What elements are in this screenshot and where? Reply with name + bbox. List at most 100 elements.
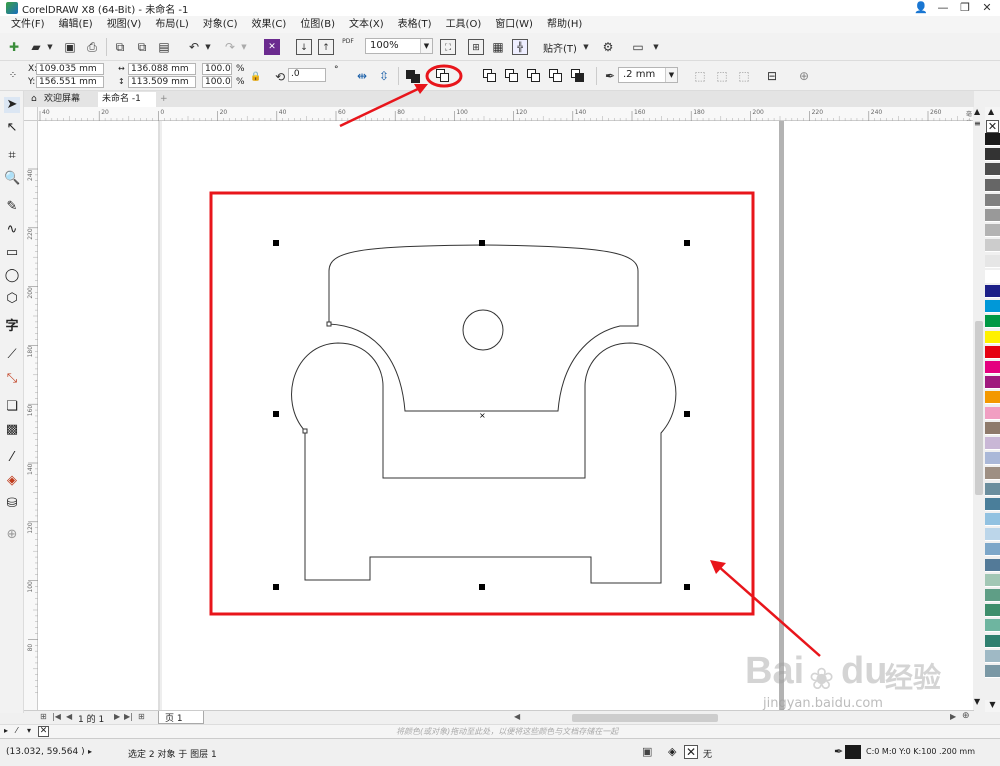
eyedropper-small-icon[interactable]: ⁄	[16, 726, 17, 735]
search-content-icon[interactable]: ✕	[264, 39, 280, 55]
palette-swatch[interactable]	[985, 421, 1000, 435]
fill-none-swatch[interactable]: ✕	[684, 745, 698, 759]
palette-swatch[interactable]	[985, 209, 1000, 222]
transparency-tool-icon[interactable]: ▩	[4, 422, 20, 438]
palette-swatch[interactable]	[985, 269, 1000, 283]
create-boundary-icon[interactable]: ⬚	[714, 68, 730, 84]
node-handle[interactable]	[302, 428, 308, 434]
scale-x-field[interactable]: 100.0	[202, 63, 232, 75]
palette-swatch[interactable]	[985, 361, 1000, 374]
palette-swatch[interactable]	[985, 452, 1000, 466]
scroll-thumb[interactable]	[975, 321, 983, 495]
vertical-ruler[interactable]: 240 220 200 180 160 140 120 100 80	[24, 121, 38, 711]
align-distribute-icon[interactable]: ⊟	[764, 68, 780, 84]
palette-swatch[interactable]	[985, 513, 1000, 526]
weld-icon[interactable]	[435, 68, 451, 84]
palette-swatch[interactable]	[985, 589, 1000, 602]
palette-swatch[interactable]	[985, 178, 1000, 192]
palette-swatch[interactable]	[985, 285, 1000, 298]
user-icon[interactable]: 👤	[910, 0, 932, 16]
tab-welcome-screen[interactable]: ⌂ 欢迎屏幕	[28, 92, 98, 107]
page-tab[interactable]: 页 1	[158, 711, 204, 724]
menu-text[interactable]: 文本(X)	[342, 16, 391, 33]
handle-bottom-left[interactable]	[273, 584, 279, 590]
outline-color-swatch[interactable]	[845, 745, 861, 759]
palette-scroll-up-icon[interactable]: ▲	[988, 107, 994, 116]
handle-bottom-right[interactable]	[684, 584, 690, 590]
palette-swatch[interactable]	[985, 558, 1000, 572]
menu-bitmaps[interactable]: 位图(B)	[293, 16, 342, 33]
horizontal-scroll-thumb[interactable]	[572, 714, 718, 722]
palette-swatch[interactable]	[985, 543, 1000, 557]
palette-swatch[interactable]	[985, 193, 1000, 207]
palette-options-icon[interactable]: ▾	[27, 726, 31, 735]
palette-swatch[interactable]	[985, 315, 1000, 329]
mirror-horizontal-icon[interactable]: ⇹	[354, 68, 370, 84]
hscroll-right-icon[interactable]: ▶	[950, 712, 956, 721]
show-rulers-icon[interactable]: ⊞	[468, 39, 484, 55]
polygon-tool-icon[interactable]: ⬡	[4, 291, 20, 307]
add-page-before-icon[interactable]: ⊞	[40, 712, 47, 721]
application-launcher-icon[interactable]: ▭	[630, 39, 646, 55]
palette-swatch[interactable]	[985, 406, 1000, 420]
first-page-icon[interactable]: |◀	[52, 712, 61, 721]
palette-swatch[interactable]	[985, 391, 1000, 405]
menu-layout[interactable]: 布局(L)	[148, 16, 195, 33]
horizontal-ruler[interactable]: 40 20 0 20 40 60 80 100 120 140 160 180 200 220 240 260…	[24, 107, 974, 127]
copy-icon[interactable]: ⧉	[134, 39, 150, 55]
palette-swatch[interactable]	[985, 330, 1000, 344]
snap-chevron-icon[interactable]: ▼	[578, 39, 594, 55]
scroll-up-icon[interactable]: ▲	[974, 107, 980, 116]
undo-dropdown-icon[interactable]: ▼	[200, 39, 216, 55]
drawing-canvas[interactable]: ×	[38, 121, 973, 710]
width-field[interactable]: 136.088 mm	[128, 63, 196, 75]
handle-bottom-center[interactable]	[479, 584, 485, 590]
mirror-vertical-icon[interactable]: ⇳	[376, 68, 392, 84]
palette-swatch[interactable]	[985, 665, 1000, 678]
menu-window[interactable]: 窗口(W)	[488, 16, 540, 33]
no-color-swatch[interactable]: ✕	[38, 726, 49, 737]
palette-swatch[interactable]	[985, 239, 1000, 253]
handle-middle-right[interactable]	[684, 411, 690, 417]
menu-file[interactable]: 文件(F)	[4, 16, 52, 33]
parallel-dimension-icon[interactable]: ⟋	[4, 347, 20, 363]
snap-to-dropdown[interactable]: 贴齐(T)	[543, 40, 577, 55]
cut-icon[interactable]: ⧉	[112, 39, 128, 55]
print-icon[interactable]: ⎙	[84, 39, 100, 55]
freehand-tool-icon[interactable]: ✎	[4, 199, 20, 215]
ellipse-tool-icon[interactable]: ◯	[4, 268, 20, 284]
artistic-media-icon[interactable]: ∿	[4, 222, 20, 238]
menu-table[interactable]: 表格(T)	[391, 16, 439, 33]
rectangle-tool-icon[interactable]: ▭	[4, 245, 20, 261]
options-gear-icon[interactable]: ⚙	[600, 39, 616, 55]
break-apart-icon[interactable]: ⬚	[736, 68, 752, 84]
palette-swatch[interactable]	[985, 300, 1000, 314]
palette-swatch[interactable]	[985, 148, 1000, 162]
palette-swatch[interactable]	[985, 345, 1000, 359]
zoom-navigator-icon[interactable]: ⊕	[962, 711, 970, 721]
handle-top-center[interactable]	[479, 240, 485, 246]
palette-scroll-down-icon[interactable]: ▼	[985, 700, 1000, 712]
palette-swatch[interactable]	[985, 649, 1000, 663]
scroll-down-icon[interactable]: ▼	[974, 697, 980, 706]
handle-top-left[interactable]	[273, 240, 279, 246]
rotation-angle-field[interactable]: .0	[288, 68, 326, 82]
add-tab-button[interactable]: +	[158, 92, 172, 107]
palette-swatch[interactable]	[985, 437, 1000, 450]
interactive-fill-icon[interactable]: ◈	[4, 473, 20, 489]
next-page-icon[interactable]: ▶	[114, 712, 120, 721]
pick-tool-icon[interactable]: ➤	[4, 97, 20, 113]
launcher-chevron-icon[interactable]: ▼	[648, 39, 664, 55]
scale-y-field[interactable]: 100.0	[202, 76, 232, 88]
object-origin-icon[interactable]: ⁘	[5, 68, 21, 84]
palette-swatch[interactable]	[985, 133, 1000, 146]
outline-width-select[interactable]: .2 mm ▼	[618, 67, 678, 83]
menu-edit[interactable]: 编辑(E)	[52, 16, 100, 33]
publish-pdf-icon[interactable]: PDF	[340, 38, 356, 54]
x-position-field[interactable]: 109.035 mm	[36, 63, 104, 75]
add-tool-icon[interactable]: ⊕	[4, 527, 20, 543]
palette-swatch[interactable]	[985, 254, 1000, 268]
open-dropdown-icon[interactable]: ▼	[42, 39, 58, 55]
add-control-icon[interactable]: ⊕	[796, 68, 812, 84]
shape-tool-icon[interactable]: ↖	[4, 120, 20, 136]
